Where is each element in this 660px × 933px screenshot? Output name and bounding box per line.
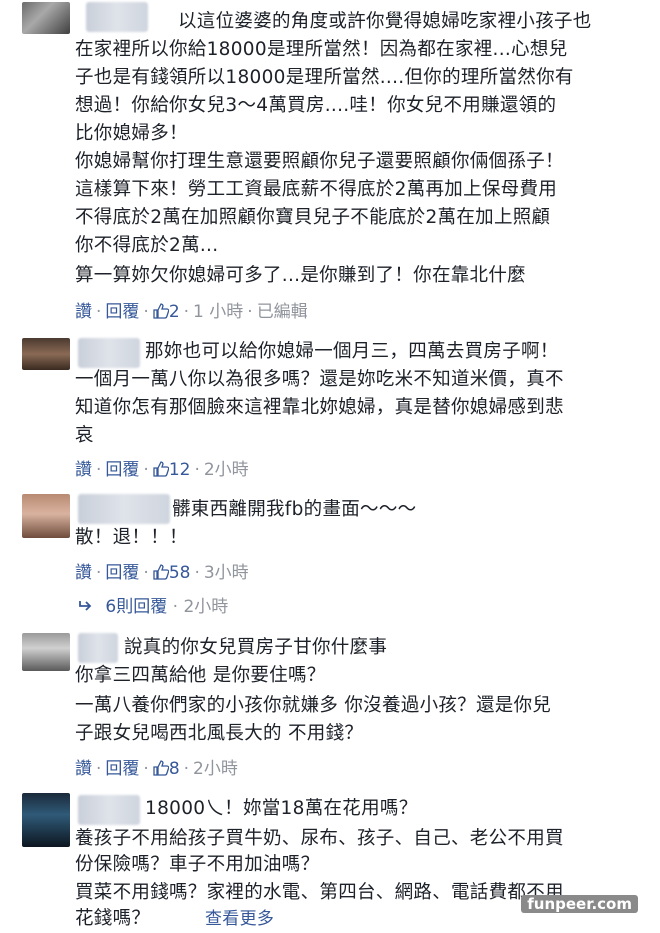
comment-text-line: 哀 xyxy=(75,425,94,446)
like-count[interactable]: 8 xyxy=(153,759,180,779)
comment-meta: 讚 · 回覆 · 58 · 3小時 xyxy=(75,563,249,583)
thumbs-up-icon xyxy=(153,564,169,580)
comment-text-line: 一萬八養你們家的小孩你就嫌多 你沒養過小孩？還是你兒 xyxy=(75,695,552,716)
comment-text-line: 那妳也可以給你媳婦一個月三，四萬去買房子啊！ xyxy=(145,341,559,362)
watermark-logo: funpeer.com xyxy=(521,895,638,913)
comment-text-line: 髒東西離開我fb的畫面～～～ xyxy=(172,499,417,520)
comment-text-line: 散！退！！！ xyxy=(75,527,188,548)
comment-text-line: 花錢嗎？ xyxy=(75,908,151,929)
thumbs-up-icon xyxy=(153,760,169,776)
reply-action[interactable]: 回覆 xyxy=(105,460,139,480)
avatar[interactable] xyxy=(22,793,70,847)
see-more-link[interactable]: 查看更多 xyxy=(205,905,274,933)
like-action[interactable]: 讚 xyxy=(75,460,92,480)
comment-text-line: 不得底於2萬在加照顧你寶貝兒子不能底於2萬在加上照顧 xyxy=(75,207,551,228)
view-replies[interactable]: 6則回覆 · 2小時 xyxy=(78,593,228,621)
commenter-name[interactable] xyxy=(78,633,118,663)
like-count[interactable]: 2 xyxy=(153,302,180,322)
reply-arrow-icon xyxy=(79,601,92,611)
comment-text-line: 養孩子不用給孩子買牛奶、尿布、孩子、自己、老公不用買 xyxy=(75,828,564,849)
commenter-name[interactable] xyxy=(78,494,170,524)
comment-text-line: 你媳婦幫你打理生意還要照顧你兒子還要照顧你倆個孫子！ xyxy=(75,151,564,172)
thumbs-up-icon xyxy=(153,303,169,319)
comment-text-line: 在家裡所以你給18000是理所當然！因為都在家裡...心想兒 xyxy=(75,39,568,60)
avatar[interactable] xyxy=(22,494,70,538)
reply-action[interactable]: 回覆 xyxy=(105,302,139,322)
comment-text-line: 你不得底於2萬... xyxy=(75,235,219,256)
reply-action[interactable]: 回覆 xyxy=(105,759,139,779)
commenter-name[interactable] xyxy=(78,338,140,368)
comment-text-line: 想過！你給你女兒3～4萬買房....哇！你女兒不用賺還領的 xyxy=(75,95,557,116)
comment-text-line: 一個月一萬八你以為很多嗎？還是妳吃米不知道米價，真不 xyxy=(75,369,564,390)
like-action[interactable]: 讚 xyxy=(75,563,92,583)
comment-time[interactable]: 1 小時 xyxy=(193,302,243,322)
commenter-name[interactable] xyxy=(86,2,148,32)
thumbs-up-icon xyxy=(153,461,169,477)
comment-text-line: 知道你怎有那個臉來這裡靠北妳媳婦，真是替你媳婦感到悲 xyxy=(75,397,564,418)
comment-text-line: 比你媳婦多！ xyxy=(75,123,188,144)
avatar[interactable] xyxy=(22,338,70,370)
avatar[interactable] xyxy=(22,633,70,671)
comment-time[interactable]: 3小時 xyxy=(204,563,249,583)
comment-text-line: 你拿三四萬給他 是你要住嗎？ xyxy=(75,665,326,686)
comment-text-line: 買菜不用錢嗎？家裡的水電、第四台、網路、電話費都不用 xyxy=(75,882,564,903)
edited-label[interactable]: 已編輯 xyxy=(257,302,308,322)
replies-time: 2小時 xyxy=(183,597,229,617)
avatar[interactable] xyxy=(22,2,70,34)
commenter-name[interactable] xyxy=(78,795,140,825)
comment-meta: 讚 · 回覆 · 2 · 1 小時 · 已編輯 xyxy=(75,302,308,322)
comment-text-line: 這樣算下來！勞工工資最底薪不得底於2萬再加上保母費用 xyxy=(75,179,558,200)
like-count[interactable]: 12 xyxy=(153,460,190,480)
comment-text-line: 18000乀！妳當18萬在花用嗎？ xyxy=(145,798,418,819)
like-count[interactable]: 58 xyxy=(153,563,190,583)
comment-text-line: 以這位婆婆的角度或許你覺得媳婦吃家裡小孩子也 xyxy=(178,11,592,32)
comment-text-line: 子也是有錢領所以18000是理所當然....但你的理所當然你有 xyxy=(75,67,574,88)
like-action[interactable]: 讚 xyxy=(75,759,92,779)
comment-time[interactable]: 2小時 xyxy=(193,759,238,779)
comment-text-line: 說真的你女兒買房子甘你什麼事 xyxy=(124,637,388,658)
comment-text-line: 算一算妳欠你媳婦可多了...是你賺到了！你在靠北什麼 xyxy=(75,265,526,286)
comment-time[interactable]: 2小時 xyxy=(204,460,249,480)
replies-count[interactable]: 6則回覆 xyxy=(105,597,167,617)
reply-action[interactable]: 回覆 xyxy=(105,563,139,583)
comment-meta: 讚 · 回覆 · 12 · 2小時 xyxy=(75,460,249,480)
comment-text-line: 子跟女兒喝西北風長大的 不用錢？ xyxy=(75,723,364,744)
like-action[interactable]: 讚 xyxy=(75,302,92,322)
comment-meta: 讚 · 回覆 · 8 · 2小時 xyxy=(75,759,238,779)
comment-text-line: 份保險嗎？車子不用加油嗎？ xyxy=(75,854,320,875)
